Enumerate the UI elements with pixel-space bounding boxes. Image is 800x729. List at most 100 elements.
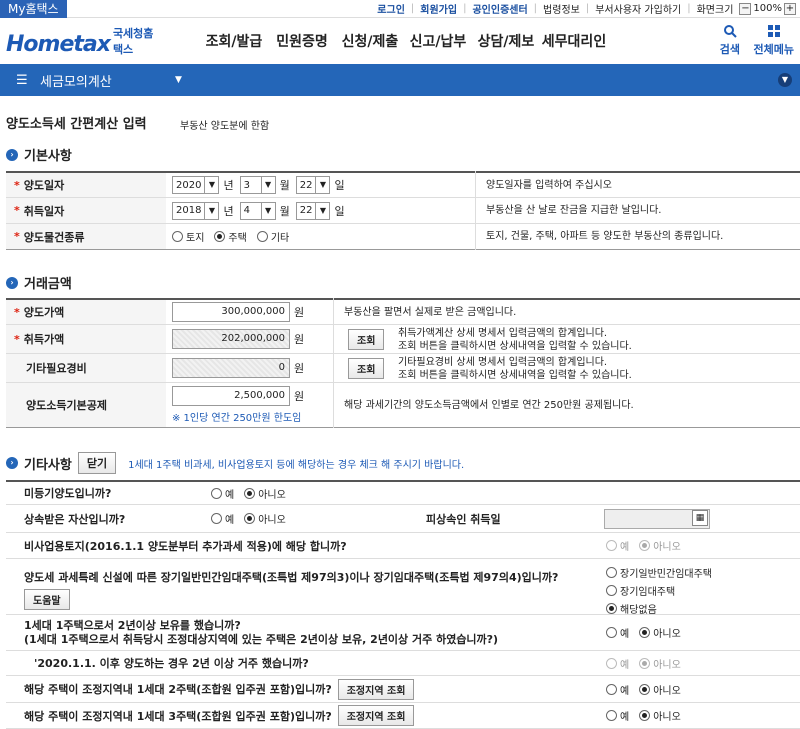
q4-option-private-rental[interactable]: 장기일반민간임대주택	[606, 565, 712, 580]
basic-deduction-desc: 해당 과세기간의 양도소득금액에서 인별로 연간 250만원 공제됩니다.	[344, 399, 634, 411]
basic-deduction-input[interactable]: 2,500,000	[172, 386, 290, 406]
region-lookup-button-1[interactable]: 조정지역 조회	[337, 678, 415, 700]
chevron-down-icon[interactable]: ▼	[175, 75, 182, 85]
acquire-year-select[interactable]: 2018 ▼	[172, 201, 220, 220]
logo-sub: 국세청홈택스	[112, 27, 154, 56]
property-type-row: * 양도물건종류 토지 주택 기타 토지, 건물, 주택, 아파트 등 양도한 부…	[6, 224, 800, 250]
zoom-in-button[interactable]: +	[784, 2, 796, 15]
q4-label: 양도세 과세특례 신설에 따른 장기일반민간임대주택(조특법 제97의3)이나 …	[24, 571, 559, 584]
acquire-price-lookup-button[interactable]: 조회	[348, 328, 385, 350]
page-title: 양도소득세 간편계산 입력	[6, 117, 147, 132]
main-header: Hometax 국세청홈택스 조회/발급 민원증명 신청/제출 신고/납부 상담…	[0, 18, 800, 64]
acquire-month-select[interactable]: 4 ▼	[239, 201, 276, 220]
cert-center-link[interactable]: 공인인증센터	[472, 1, 527, 16]
my-hometax-tab[interactable]: My홈택스	[0, 0, 67, 18]
q2-no-radio[interactable]: 아니오	[244, 511, 286, 526]
collapse-icon[interactable]: ▼	[778, 73, 792, 87]
acquire-day-select[interactable]: 22 ▼	[295, 201, 331, 220]
top-bar: My홈택스 로그인 | 회원가입 | 공인인증센터 | 법령정보 | 부서사용자 가입하…	[0, 0, 800, 18]
region-lookup-button-2[interactable]: 조정지역 조회	[337, 705, 415, 726]
q7-label: 해당 주택이 조정지역내 1세대 2주택(조합원 입주권 포함)입니까?	[24, 683, 332, 696]
acquire-date-row: * 취득일자 2018 ▼ 년 4 ▼ 월 22 ▼ 일 부동산을 산 날로 잔금을 지급한 …	[6, 198, 800, 224]
nav-item-application[interactable]: 신청/제출	[336, 31, 404, 51]
type-house-radio[interactable]: 주택	[214, 229, 247, 244]
q3-label: 비사업용토지(2016.1.1 양도분부터 추가과세 적용)에 해당 합니까?	[24, 539, 347, 553]
arrow-right-icon: ›	[6, 276, 18, 289]
type-land-radio[interactable]: 토지	[172, 229, 204, 244]
close-button[interactable]: 닫기	[77, 452, 117, 474]
q3-no-radio[interactable]: 아니오	[639, 538, 681, 553]
basic-deduction-row: 양도소득기본공제 2,500,000 원 ※ 1인당 연간 250만원 한도임 해…	[6, 383, 800, 428]
other-expense-desc: 기타필요경비 상세 명세서 입력금액의 합계입니다. 조회 버튼을 클릭하시면 상…	[398, 357, 632, 381]
login-link[interactable]: 로그인	[377, 1, 405, 16]
nav-item-agent[interactable]: 세무대리인	[540, 31, 608, 51]
transfer-date-row: * 양도일자 2020 ▼ 년 3 ▼ 월 22 ▼ 일 양도일자를 입력하여 주십시오	[6, 171, 800, 198]
section-amount: › 거래금액	[6, 273, 72, 292]
top-links: 로그인 | 회원가입 | 공인인증센터 | 법령정보 | 부서사용자 가입하기 | 화면크…	[377, 1, 796, 16]
q6-radios: 예 아니오	[606, 656, 691, 671]
section-others: › 기타사항 닫기 1세대 1주택 비과세, 비사업용토지 등에 해당하는 경우…	[6, 452, 464, 474]
acquire-date-label: * 취득일자	[6, 198, 166, 223]
q5-yes-radio[interactable]: 예	[606, 625, 629, 640]
q7-radios: 예 아니오	[606, 682, 691, 697]
hometax-logo[interactable]: Hometax 국세청홈택스	[0, 25, 160, 57]
rental-housing-row: 양도세 과세특례 신설에 따른 장기일반민간임대주택(조특법 제97의3)이나 …	[6, 559, 800, 616]
q7-yes-radio[interactable]: 예	[606, 682, 629, 697]
transfer-price-input[interactable]: 300,000,000	[172, 302, 290, 322]
category-title[interactable]: 세금모의계산	[40, 71, 112, 90]
transfer-price-field-wrap: 300,000,000 원	[172, 302, 310, 322]
nav-item-inquiry[interactable]: 조회/발급	[200, 31, 268, 51]
q4-option-long-rental[interactable]: 장기임대주택	[606, 583, 712, 598]
inherit-date-label: 피상속인 취득일	[426, 512, 501, 526]
help-button[interactable]: 도움말	[24, 589, 70, 610]
nav-item-certificate[interactable]: 민원증명	[268, 31, 336, 51]
logo-text: Hometax	[6, 32, 111, 57]
one-house-row: 1세대 1주택으로서 2년이상 보유를 했습니까? (1세대 1주택으로서 취득…	[6, 615, 800, 651]
transfer-month-select[interactable]: 3 ▼	[239, 176, 276, 194]
other-expense-input: 0	[172, 358, 290, 378]
q8-no-radio[interactable]: 아니오	[639, 708, 681, 723]
transfer-price-label: * 양도가액	[6, 300, 166, 324]
q5-no-radio[interactable]: 아니오	[639, 625, 681, 640]
search-button[interactable]: 검색	[720, 24, 740, 57]
nav-item-filing[interactable]: 신고/납부	[404, 31, 472, 51]
transfer-year-select[interactable]: 2020 ▼	[172, 176, 220, 194]
type-other-radio[interactable]: 기타	[256, 229, 289, 244]
hamburger-icon[interactable]: ☰	[16, 73, 30, 88]
property-type-desc: 토지, 건물, 주택, 아파트 등 양도한 부동산의 종류입니다.	[486, 231, 724, 242]
nav-item-consult[interactable]: 상담/제보	[472, 31, 540, 51]
calendar-icon[interactable]: ▦	[692, 510, 708, 526]
all-menu-button[interactable]: 전체메뉴	[754, 24, 794, 57]
q6-no-radio[interactable]: 아니오	[639, 656, 681, 671]
q4-option-none[interactable]: 해당없음	[606, 601, 712, 616]
other-expense-lookup-button[interactable]: 조회	[348, 357, 385, 379]
arrow-right-icon: ›	[6, 457, 18, 469]
q8-yes-radio[interactable]: 예	[606, 708, 629, 723]
zoom-out-button[interactable]: −	[739, 2, 752, 15]
q6-label: '2020.1.1. 이후 양도하는 경우 2년 이상 거주 했습니까?	[34, 657, 309, 670]
transfer-date-fields: 2020 ▼ 년 3 ▼ 월 22 ▼ 일	[172, 176, 351, 194]
q1-yes-radio[interactable]: 예	[211, 486, 234, 501]
q1-no-radio[interactable]: 아니오	[244, 486, 286, 501]
residence-row: '2020.1.1. 이후 양도하는 경우 2년 이상 거주 했습니까? 예 아…	[6, 651, 800, 676]
other-expense-label: 기타필요경비	[6, 354, 166, 382]
inherited-row: 상속받은 자산입니까? 예 아니오 피상속인 취득일 ▦	[6, 505, 800, 533]
acquire-price-row: * 취득가액 202,000,000 원 조회 취득가액계산 상세 명세서 입력금액…	[6, 325, 800, 354]
main-nav: 조회/발급 민원증명 신청/제출 신고/납부 상담/제보 세무대리인	[200, 31, 608, 51]
q2-yes-radio[interactable]: 예	[211, 511, 234, 526]
transfer-day-select[interactable]: 22 ▼	[295, 176, 331, 194]
transfer-price-row: * 양도가액 300,000,000 원 부동산을 팔면서 실제로 받은 금액입니다…	[6, 298, 800, 325]
dept-user-link[interactable]: 부서사용자 가입하기	[595, 1, 681, 16]
q1-label: 미등기양도입니까?	[24, 487, 112, 500]
q7-no-radio[interactable]: 아니오	[639, 682, 681, 697]
section-amount-title: 거래금액	[24, 277, 72, 292]
law-info-link[interactable]: 법령정보	[543, 1, 580, 16]
q6-yes-radio[interactable]: 예	[606, 656, 629, 671]
menu-label: 전체메뉴	[753, 43, 794, 56]
signup-link[interactable]: 회원가입	[420, 1, 457, 16]
basic-deduction-field-wrap: 2,500,000 원 ※ 1인당 연간 250만원 한도임	[172, 386, 310, 424]
acquire-date-fields: 2018 ▼ 년 4 ▼ 월 22 ▼ 일	[172, 201, 351, 220]
basic-deduction-note: ※ 1인당 연간 250만원 한도임	[172, 413, 302, 424]
q3-yes-radio[interactable]: 예	[606, 538, 629, 553]
section-basic-title: 기본사항	[24, 149, 72, 164]
